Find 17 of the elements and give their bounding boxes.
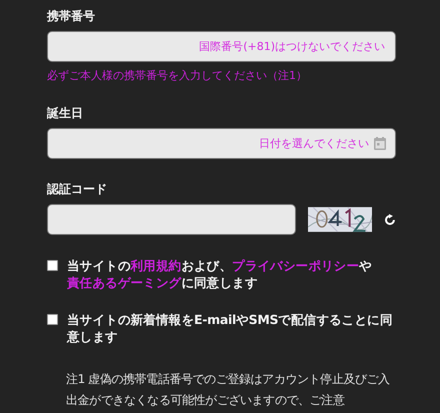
- terms-link[interactable]: 責任あるゲーミング: [67, 275, 182, 290]
- agreement-text: 当サイトの利用規約および、プライバシーポリシーや 責任あるゲーミングに同意します: [67, 257, 373, 291]
- date-field[interactable]: 日付を選んでください: [47, 128, 396, 159]
- field-label: 誕生日: [47, 105, 84, 122]
- refresh-icon[interactable]: [384, 214, 396, 226]
- footnote: 注1 虚偽の携帯電話番号でのご登録はアカウント停止及びご入出金ができなくなる可能性がございますので、ご注意: [66, 371, 391, 409]
- phone-field[interactable]: 国際番号(+81)はつけないでください: [47, 31, 396, 62]
- field-hint: 必ずご本人様の携帯番号を入力してください（注1）: [47, 68, 308, 83]
- field-label: 携帯番号: [47, 8, 96, 25]
- agreement-text: 当サイトの新着情報をE-mailやSMSで配信することに同意します: [67, 311, 394, 345]
- calendar-icon: [374, 137, 386, 150]
- agreement-checkbox[interactable]: [47, 260, 58, 271]
- agreement-checkbox[interactable]: [47, 314, 58, 325]
- terms-link[interactable]: プライバシーポリシー: [232, 258, 360, 273]
- code-field[interactable]: [47, 204, 296, 235]
- field-label: 認証コード: [47, 181, 108, 198]
- terms-link[interactable]: 利用規約: [130, 258, 182, 273]
